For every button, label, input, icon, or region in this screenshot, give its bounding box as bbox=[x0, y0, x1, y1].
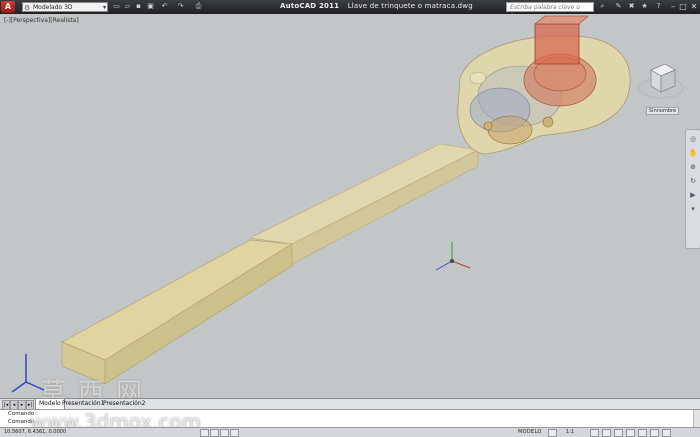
chevron-down-icon: ▾ bbox=[102, 4, 106, 11]
close-button[interactable]: ✕ bbox=[689, 1, 699, 12]
viewport-label[interactable]: [-][Perspectiva][Realista] bbox=[4, 17, 79, 24]
coordinates-readout: 10.5607, 6.4361, 0.0000 bbox=[4, 429, 67, 435]
star-icon[interactable]: ★ bbox=[640, 2, 649, 11]
annotation-scale[interactable]: 1:1 bbox=[566, 429, 574, 435]
model-3d-drawing bbox=[11, 15, 631, 393]
redo-icon[interactable]: ↷ bbox=[176, 2, 185, 11]
application-menu-button[interactable]: A bbox=[1, 1, 15, 13]
maximize-button[interactable]: □ bbox=[678, 1, 688, 12]
open-icon[interactable]: ▱ bbox=[123, 2, 132, 11]
navbar-menu-icon[interactable]: ▾ bbox=[688, 204, 698, 214]
window-title: AutoCAD 2011 Llave de trinquete o matrac… bbox=[280, 2, 473, 10]
wrench-handle-grip bbox=[61, 239, 294, 385]
binoculars-icon[interactable]: ⌕ bbox=[598, 2, 607, 11]
tab-presentacion2[interactable]: Presentación2 bbox=[100, 399, 148, 409]
steering-wheel-icon[interactable]: ◎ bbox=[688, 134, 698, 144]
wcs-menu[interactable]: Sinnombre bbox=[646, 107, 680, 115]
minimize-button[interactable]: – bbox=[668, 1, 678, 12]
ucs-center-icon bbox=[435, 242, 471, 271]
viewcube[interactable] bbox=[637, 54, 685, 114]
save-icon[interactable]: ▪ bbox=[134, 2, 143, 11]
file-name: Llave de trinquete o matraca.dwg bbox=[347, 2, 473, 10]
showmotion-icon[interactable]: ▶ bbox=[688, 190, 698, 200]
communication-icon[interactable]: ✎ bbox=[614, 2, 623, 11]
command-scrollbar[interactable] bbox=[693, 410, 700, 428]
pan-icon[interactable]: ✋ bbox=[688, 148, 698, 158]
zoom-icon[interactable]: ⊕ bbox=[688, 162, 698, 172]
print-icon[interactable]: ⎙ bbox=[194, 2, 203, 11]
workspace-select[interactable]: ⚙ Modelado 3D ▾ bbox=[22, 2, 108, 12]
gear-icon: ⚙ bbox=[24, 4, 31, 12]
model-space-button[interactable]: MODELO bbox=[518, 429, 542, 435]
undo-icon[interactable]: ↶ bbox=[160, 2, 169, 11]
save-as-icon[interactable]: ▣ bbox=[146, 2, 155, 11]
new-icon[interactable]: ▭ bbox=[112, 2, 121, 11]
wrench-head bbox=[457, 15, 631, 155]
orbit-icon[interactable]: ↻ bbox=[688, 176, 698, 186]
search-input[interactable]: Escriba palabra clave o frase bbox=[506, 2, 594, 20]
workspace-label: Modelado 3D bbox=[33, 4, 73, 11]
drawing-viewport[interactable]: [-][Perspectiva][Realista] Sinnombre ◎ ✋… bbox=[0, 14, 700, 398]
tools-icon[interactable]: ✖ bbox=[627, 2, 636, 11]
title-bar: A ⚙ Modelado 3D ▾ ▭ ▱ ▪ ▣ ↶ ↷ ⎙ AutoCAD … bbox=[0, 0, 700, 20]
app-name: AutoCAD 2011 bbox=[280, 2, 340, 10]
navigation-bar: ◎ ✋ ⊕ ↻ ▶ ▾ bbox=[685, 129, 700, 249]
help-icon[interactable]: ? bbox=[654, 2, 663, 11]
